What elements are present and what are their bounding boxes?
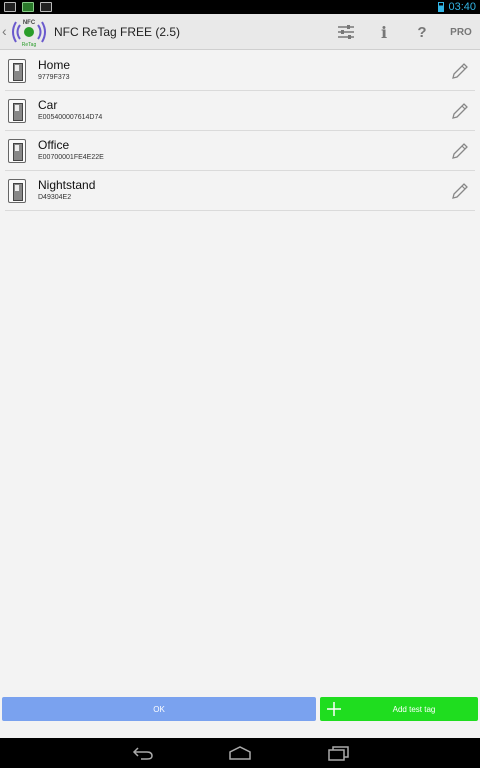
tag-name: Car bbox=[38, 98, 58, 112]
android-icon bbox=[22, 2, 34, 12]
status-bar: 03:40 bbox=[0, 0, 480, 14]
recent-apps-icon[interactable] bbox=[326, 745, 350, 761]
pencil-icon[interactable] bbox=[450, 181, 470, 201]
add-test-tag-label: Add test tag bbox=[392, 704, 436, 714]
action-bar: ‹ NFC ReTag NFC ReTag FREE (2.5) i ? PRO bbox=[0, 14, 480, 50]
tag-list: Home 9779F373 Car E005400007614D74 Offic… bbox=[0, 51, 480, 211]
ok-button-label: OK bbox=[153, 704, 165, 714]
logo-text-bottom: ReTag bbox=[22, 42, 37, 48]
status-notifications bbox=[4, 2, 52, 12]
help-button[interactable]: ? bbox=[414, 20, 430, 44]
list-item[interactable]: Car E005400007614D74 bbox=[5, 91, 475, 131]
list-item[interactable]: Nightstand D49304E2 bbox=[5, 171, 475, 211]
nfc-tag-icon bbox=[8, 179, 26, 203]
gallery-icon bbox=[4, 2, 16, 12]
tag-name: Office bbox=[38, 138, 70, 152]
navigation-bar bbox=[0, 738, 480, 768]
pencil-icon[interactable] bbox=[450, 61, 470, 81]
pencil-icon[interactable] bbox=[450, 141, 470, 161]
settings-sliders-icon bbox=[338, 25, 354, 39]
pro-button[interactable]: PRO bbox=[448, 20, 474, 44]
clock: 03:40 bbox=[448, 1, 476, 13]
tag-id: E005400007614D74 bbox=[38, 114, 103, 121]
tag-name: Home bbox=[38, 58, 71, 72]
nfc-tag-icon bbox=[8, 139, 26, 163]
app-title: NFC ReTag FREE (2.5) bbox=[54, 25, 181, 39]
home-icon[interactable] bbox=[228, 745, 252, 761]
tag-id: E00700001FE4E22E bbox=[38, 154, 104, 161]
list-item[interactable]: Home 9779F373 bbox=[5, 51, 475, 91]
nfc-tag-icon bbox=[8, 99, 26, 123]
tag-id: 9779F373 bbox=[38, 74, 70, 81]
info-button[interactable]: i bbox=[376, 20, 392, 44]
up-caret-icon[interactable]: ‹ bbox=[2, 23, 7, 39]
help-icon: ? bbox=[417, 23, 427, 41]
usb-icon bbox=[40, 2, 52, 12]
nfc-tag-icon bbox=[8, 59, 26, 83]
add-test-tag-button[interactable]: Add test tag bbox=[320, 697, 478, 721]
tag-id: D49304E2 bbox=[38, 194, 72, 201]
list-item[interactable]: Office E00700001FE4E22E bbox=[5, 131, 475, 171]
pencil-icon[interactable] bbox=[450, 101, 470, 121]
ok-button[interactable]: OK bbox=[2, 697, 316, 721]
plus-icon bbox=[327, 702, 341, 716]
info-icon: i bbox=[380, 22, 388, 42]
logo-text-top: NFC bbox=[23, 20, 36, 26]
back-icon[interactable] bbox=[131, 745, 155, 761]
app-logo[interactable]: NFC ReTag bbox=[8, 16, 50, 48]
status-system: 03:40 bbox=[438, 1, 476, 13]
settings-button[interactable] bbox=[334, 20, 358, 44]
pro-label: PRO bbox=[450, 26, 472, 38]
battery-icon bbox=[438, 2, 445, 12]
tag-name: Nightstand bbox=[38, 178, 96, 192]
